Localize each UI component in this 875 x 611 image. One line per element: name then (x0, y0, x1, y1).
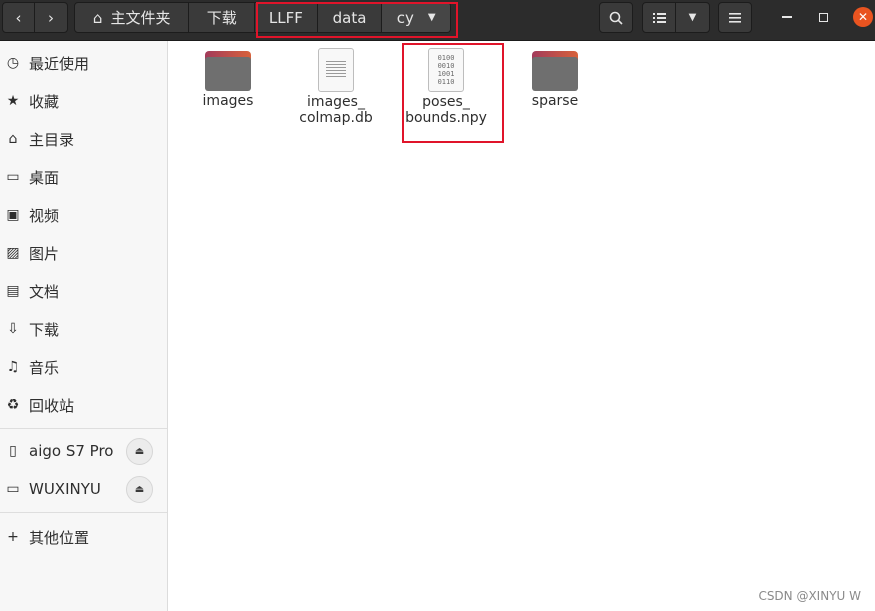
sidebar-item-downloads[interactable]: ⇩ 下载 (0, 311, 167, 347)
sidebar-item-documents[interactable]: ▤ 文档 (0, 273, 167, 309)
sidebar-item-label: 下载 (29, 320, 60, 339)
sidebar-item-label: 桌面 (29, 168, 60, 187)
file-label: sparse (531, 93, 579, 109)
sidebar-item-desktop[interactable]: ▭ 桌面 (0, 159, 167, 195)
home-icon: ⌂ (8, 131, 18, 147)
sidebar-item-starred[interactable]: ★ 收藏 (0, 83, 167, 119)
back-button[interactable]: ‹ (3, 3, 35, 32)
sidebar: ◷ 最近使用 ★ 收藏 ⌂ 主目录 ▭ 桌面 ▣ 视频 ▨ 图片 ▤ 文档 ⇩ … (0, 41, 168, 611)
file-item-sparse[interactable]: sparse (505, 49, 605, 109)
file-item-images-colmap-db[interactable]: images_ colmap.db (286, 48, 386, 126)
watermark: CSDN @XINYU W (758, 589, 861, 603)
breadcrumb-downloads[interactable]: 下载 (189, 3, 256, 32)
sidebar-item-label: 文档 (29, 282, 60, 301)
breadcrumb-home-label: 主文件夹 (110, 9, 171, 27)
highlight-box (256, 2, 458, 38)
drive-icon: ▯ (9, 443, 17, 459)
file-label: images (202, 93, 254, 109)
sidebar-other-locations[interactable]: + 其他位置 (0, 519, 167, 555)
drive-icon: ▭ (6, 481, 20, 497)
list-view-button[interactable] (643, 3, 677, 32)
sidebar-item-label: WUXINYU (29, 480, 101, 498)
video-icon: ▣ (6, 207, 20, 223)
sidebar-divider (0, 512, 167, 513)
maximize-button[interactable] (814, 8, 832, 26)
minimize-icon (782, 16, 792, 18)
eject-button[interactable]: ⏏ (126, 476, 153, 503)
document-icon: ▤ (6, 283, 20, 299)
sidebar-item-label: 音乐 (29, 358, 60, 377)
forward-button[interactable]: › (35, 3, 67, 32)
view-dropdown-button[interactable]: ▼ (676, 3, 709, 32)
list-view-icon (652, 12, 666, 23)
highlight-box (402, 43, 504, 143)
trash-icon: ♻ (6, 397, 20, 413)
sidebar-item-label: 主目录 (29, 130, 75, 149)
picture-icon: ▨ (6, 245, 20, 261)
sidebar-item-music[interactable]: ♫ 音乐 (0, 349, 167, 385)
chevron-left-icon: ‹ (15, 8, 22, 27)
sidebar-item-videos[interactable]: ▣ 视频 (0, 197, 167, 233)
breadcrumb-home[interactable]: ⌂ 主文件夹 (75, 3, 190, 32)
file-view: images images_ colmap.db 0100 0010 1001 … (169, 41, 875, 611)
sidebar-item-recent[interactable]: ◷ 最近使用 (0, 45, 167, 81)
folder-icon (205, 49, 251, 91)
hamburger-icon (729, 12, 741, 23)
clock-icon: ◷ (6, 55, 20, 71)
sidebar-item-label: 回收站 (29, 396, 75, 415)
sidebar-item-home[interactable]: ⌂ 主目录 (0, 121, 167, 157)
sidebar-item-label: 图片 (29, 244, 60, 263)
text-file-icon (318, 48, 354, 92)
sidebar-item-label: 视频 (29, 206, 60, 225)
download-icon: ⇩ (7, 321, 19, 337)
menu-button[interactable] (718, 2, 752, 33)
file-label: images_ colmap.db (299, 94, 373, 126)
sidebar-item-trash[interactable]: ♻ 回收站 (0, 387, 167, 423)
close-button[interactable]: ✕ (853, 7, 873, 27)
sidebar-item-label: 其他位置 (29, 528, 90, 547)
music-icon: ♫ (6, 359, 20, 375)
star-icon: ★ (6, 93, 20, 109)
eject-icon: ⏏ (134, 484, 145, 495)
sidebar-divider (0, 428, 167, 429)
folder-icon (532, 49, 578, 91)
plus-icon: + (7, 529, 19, 545)
sidebar-item-label: 最近使用 (29, 54, 90, 73)
view-options: ▼ (642, 2, 710, 33)
search-button[interactable] (599, 2, 633, 33)
chevron-right-icon: › (48, 8, 54, 27)
maximize-icon (818, 12, 828, 22)
sidebar-item-label: aigo S7 Pro (29, 442, 114, 460)
desktop-icon: ▭ (6, 169, 20, 185)
sidebar-item-pictures[interactable]: ▨ 图片 (0, 235, 167, 271)
search-icon (609, 11, 623, 25)
close-icon: ✕ (857, 10, 869, 24)
eject-icon: ⏏ (134, 446, 145, 457)
nav-buttons: ‹ › (2, 2, 68, 33)
header-bar: ‹ › ⌂ 主文件夹 下载 LLFF data cy ▼ ▼ ✕ (0, 0, 875, 41)
eject-button[interactable]: ⏏ (126, 438, 153, 465)
chevron-down-icon: ▼ (688, 12, 697, 23)
sidebar-item-label: 收藏 (29, 92, 60, 111)
file-item-images[interactable]: images (178, 49, 278, 109)
minimize-button[interactable] (778, 8, 796, 26)
home-icon: ⌂ (92, 8, 103, 27)
